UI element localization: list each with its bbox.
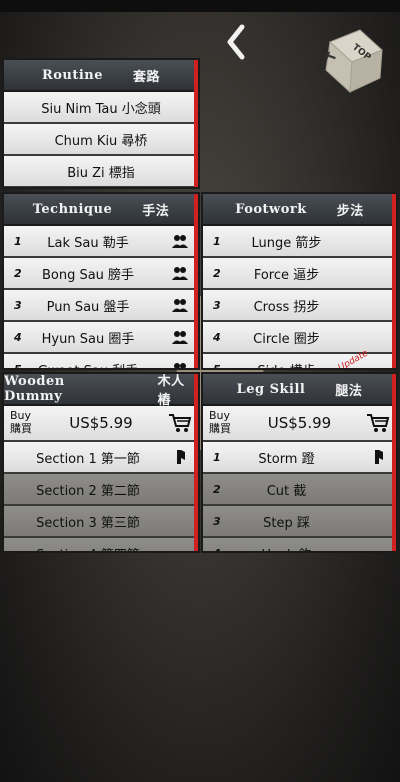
leg-skill-header: Leg Skill 腿法	[203, 374, 396, 406]
partner-icon	[174, 363, 186, 368]
routine-item-label: Siu Nim Tau 小念頭	[41, 101, 161, 117]
unlocked-door-icon	[177, 450, 185, 464]
leg-skill-item-locked[interactable]: 2 Cut 截	[203, 474, 396, 506]
wooden-dummy-title-cn: 木人樁	[157, 374, 185, 408]
item-label: Gwaat Sau 刮手	[4, 360, 172, 369]
technique-panel: Technique 手法 1 Lak Sau 勒手 2 Bong Sau 膀手 …	[2, 192, 200, 370]
section-item-locked[interactable]: Section 3 第三節	[4, 506, 198, 538]
leg-skill-title-cn: 腿法	[335, 383, 363, 399]
leg-skill-item-locked[interactable]: 4 Hook 鉤	[203, 538, 396, 552]
wooden-dummy-header: Wooden Dummy 木人樁	[4, 374, 198, 408]
footwork-item[interactable]: 4 Circle 圈步	[203, 322, 396, 354]
section-item-locked[interactable]: Section 2 第二節	[4, 474, 198, 506]
wooden-dummy-panel: Wooden Dummy 木人樁 Buy 購買 US$5.99 Section 1…	[2, 372, 200, 553]
footwork-item[interactable]: 1 Lunge 箭步	[203, 226, 396, 258]
routine-item-label: Biu Zi 標指	[67, 165, 135, 181]
routine-item[interactable]: Siu Nim Tau 小念頭	[4, 92, 198, 124]
item-label: Circle 圈步	[253, 331, 320, 347]
item-label: Bong Sau 膀手	[41, 267, 135, 283]
cart-icon[interactable]	[366, 413, 390, 433]
partner-icon	[172, 331, 188, 344]
item-label: Section 1 第一節	[36, 451, 140, 467]
item-label: Lunge 箭步	[251, 235, 322, 251]
footwork-title: Footwork	[235, 201, 307, 217]
item-label: Hook 鉤	[203, 544, 370, 552]
footwork-header: Footwork 步法	[203, 194, 396, 226]
routine-header: Routine 套路	[4, 60, 198, 92]
back-chevron-icon[interactable]	[222, 22, 252, 62]
leg-skill-panel: Leg Skill 腿法 Buy 購買 US$5.99 1 Storm 蹬 2 C…	[201, 372, 398, 553]
item-label: Section 2 第二節	[36, 483, 140, 499]
item-label: Lak Sau 勒手	[47, 235, 129, 251]
item-label: Section 4 第四節	[4, 544, 172, 552]
cart-icon[interactable]	[168, 413, 192, 433]
footwork-item[interactable]: 3 Cross 拐步	[203, 290, 396, 322]
buy-row[interactable]: Buy 購買 US$5.99	[203, 406, 396, 442]
technique-title: Technique	[32, 201, 113, 217]
technique-title-cn: 手法	[142, 203, 170, 219]
item-label: Storm 蹬	[258, 451, 315, 467]
technique-item[interactable]: 1 Lak Sau 勒手	[4, 226, 198, 258]
footwork-panel: Footwork 步法 1 Lunge 箭步 2 Force 逼步 3 Cros…	[201, 192, 398, 370]
leg-skill-item-locked[interactable]: 3 Step 踩	[203, 506, 396, 538]
status-bar	[0, 0, 400, 12]
technique-item[interactable]: 2 Bong Sau 膀手	[4, 258, 198, 290]
leg-skill-title: Leg Skill	[236, 381, 306, 397]
item-label: Step 踩	[263, 515, 310, 531]
technique-item[interactable]: 3 Pun Sau 盤手	[4, 290, 198, 322]
item-label: Cross 拐步	[253, 299, 320, 315]
section-item[interactable]: Section 1 第一節	[4, 442, 198, 474]
item-label: Section 3 第三節	[36, 515, 140, 531]
wooden-dummy-title: Wooden Dummy	[4, 374, 65, 404]
routine-title-cn: 套路	[133, 69, 161, 85]
unlocked-door-icon	[375, 450, 383, 464]
section-item-locked[interactable]: Section 4 第四節	[4, 538, 198, 552]
item-label: Pun Sau 盤手	[46, 299, 130, 315]
leg-skill-item[interactable]: 1 Storm 蹬	[203, 442, 396, 474]
item-label: Cut 截	[266, 483, 307, 499]
top-dice-icon[interactable]: TOP T	[322, 28, 386, 94]
footwork-item[interactable]: 2 Force 逼步	[203, 258, 396, 290]
footwork-item[interactable]: 5 Side 横步 Update	[203, 349, 396, 368]
routine-title: Routine	[41, 67, 104, 83]
partner-icon	[172, 299, 188, 312]
technique-item[interactable]: 5 Gwaat Sau 刮手	[4, 354, 198, 369]
partner-icon	[172, 267, 188, 280]
item-label: Force 逼步	[253, 267, 320, 283]
technique-item[interactable]: 4 Hyun Sau 圈手	[4, 322, 198, 354]
item-label: Hyun Sau 圈手	[41, 331, 135, 347]
partner-icon	[172, 235, 188, 248]
technique-header: Technique 手法	[4, 194, 198, 226]
routine-item[interactable]: Chum Kiu 尋桥	[4, 124, 198, 156]
routine-item[interactable]: Biu Zi 標指	[4, 156, 198, 187]
routine-panel: Routine 套路 Siu Nim Tau 小念頭 Chum Kiu 尋桥 B…	[2, 58, 200, 189]
routine-item-label: Chum Kiu 尋桥	[54, 133, 148, 149]
buy-row[interactable]: Buy 購買 US$5.99	[4, 406, 198, 442]
footwork-title-cn: 步法	[336, 203, 364, 219]
